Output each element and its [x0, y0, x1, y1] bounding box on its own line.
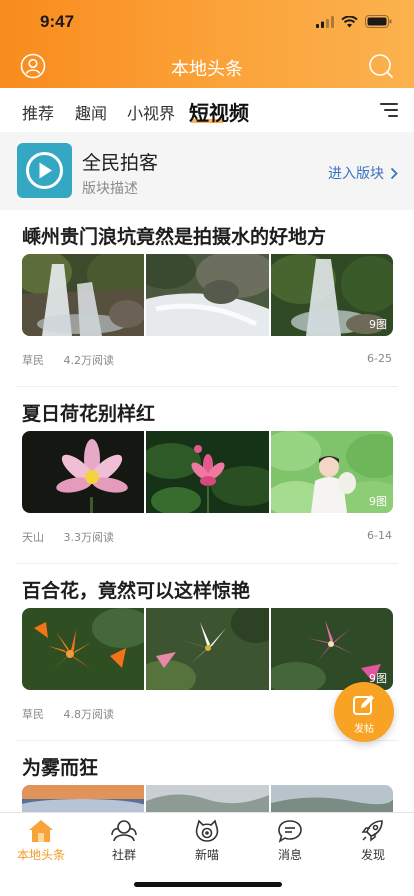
article-image[interactable]	[22, 254, 145, 336]
tabbar-item-discover[interactable]: 发现	[338, 819, 408, 863]
cat-icon	[195, 819, 219, 842]
article-image[interactable]	[146, 608, 269, 690]
tabbar-label: 新喵	[194, 848, 219, 862]
tab-fun[interactable]: 趣闻	[75, 100, 107, 124]
article-image[interactable]	[270, 785, 393, 812]
tab-small-world[interactable]: 小视界	[127, 100, 175, 124]
play-icon	[26, 152, 63, 189]
article-author[interactable]: 天山	[22, 531, 44, 544]
article-image[interactable]: 9图	[270, 254, 393, 336]
post-button[interactable]: 发帖	[334, 682, 394, 742]
article-date: 6-14	[367, 529, 392, 542]
wifi-icon	[341, 15, 358, 27]
article-image[interactable]: 9图	[270, 431, 393, 513]
edit-icon	[353, 695, 374, 715]
tabbar-label: 社群	[111, 848, 136, 862]
article-images[interactable]: 9图	[22, 254, 393, 336]
enter-section-label: 进入版块	[328, 166, 384, 182]
tab-recommend[interactable]: 推荐	[22, 100, 54, 124]
article-images[interactable]: 9图	[22, 608, 393, 690]
article-date: 6-25	[367, 352, 392, 365]
article-reads: 4.8万阅读	[63, 708, 115, 721]
community-icon	[111, 820, 137, 842]
article-images[interactable]	[22, 785, 393, 812]
battery-icon	[365, 15, 392, 28]
article-author[interactable]: 草民	[22, 708, 44, 721]
article-title[interactable]: 为雾而狂	[22, 753, 98, 780]
article-image[interactable]	[22, 608, 145, 690]
home-indicator	[134, 882, 282, 887]
signal-icon	[316, 15, 334, 28]
article-meta: 天山 3.3万阅读	[22, 529, 130, 545]
article-author[interactable]: 草民	[22, 354, 44, 367]
tabbar-label: 本地头条	[16, 848, 65, 862]
nav-bar: 本地头条	[0, 44, 414, 88]
article-card[interactable]: 为雾而狂	[0, 741, 414, 812]
section-title: 全民拍客	[82, 152, 159, 174]
status-time: 9:47	[40, 12, 75, 31]
section-banner[interactable]: 全民拍客 版块描述 进入版块	[0, 132, 414, 210]
status-bar: 9:47	[0, 0, 414, 44]
section-description: 版块描述	[82, 181, 138, 197]
tabbar-item-messages[interactable]: 消息	[255, 819, 325, 863]
article-reads: 4.2万阅读	[63, 354, 115, 367]
article-title[interactable]: 百合花，竟然可以这样惊艳	[22, 576, 250, 603]
image-count-badge: 9图	[368, 318, 387, 331]
tabbar-label: 发现	[360, 848, 385, 862]
header: 9:47 本地头条	[0, 0, 414, 88]
article-card[interactable]: 夏日荷花别样红 9图 天山 3.3万阅读 6-14	[0, 387, 414, 564]
tabbar-label: 消息	[277, 848, 302, 862]
article-meta: 草民 4.2万阅读	[22, 352, 130, 368]
home-icon	[29, 820, 53, 842]
enter-section-link[interactable]: 进入版块	[328, 163, 398, 183]
chevron-right-icon	[390, 167, 398, 179]
article-images[interactable]: 9图	[22, 431, 393, 513]
message-icon	[278, 820, 302, 843]
article-image[interactable]: 9图	[270, 608, 393, 690]
article-title[interactable]: 夏日荷花别样红	[22, 399, 155, 426]
tabbar-item-home[interactable]: 本地头条	[6, 819, 76, 863]
tabbar-item-community[interactable]: 社群	[89, 819, 159, 863]
article-image[interactable]	[146, 785, 269, 812]
article-reads: 3.3万阅读	[63, 531, 115, 544]
tabbar-item-new[interactable]: 新喵	[172, 819, 242, 863]
category-tabs: 推荐 趣闻 小视界 短视频	[0, 88, 414, 132]
article-image[interactable]	[146, 431, 269, 513]
search-icon[interactable]	[368, 53, 394, 79]
article-title[interactable]: 嵊州贵门浪坑竟然是拍摄水的好地方	[22, 222, 326, 249]
article-card[interactable]: 嵊州贵门浪坑竟然是拍摄水的好地方 9图 草民 4.2万阅读 6-25	[0, 210, 414, 387]
tab-short-video[interactable]: 短视频	[189, 97, 249, 126]
page-title: 本地头条	[171, 59, 243, 80]
image-count-badge: 9图	[368, 495, 387, 508]
status-icons	[316, 15, 392, 28]
post-button-label: 发帖	[354, 724, 374, 735]
article-meta: 草民 4.8万阅读	[22, 706, 130, 722]
article-image[interactable]	[146, 254, 269, 336]
section-logo	[17, 143, 72, 198]
article-image[interactable]	[22, 785, 145, 812]
article-image[interactable]	[22, 431, 145, 513]
menu-icon[interactable]	[380, 102, 398, 118]
rocket-icon	[361, 820, 383, 842]
